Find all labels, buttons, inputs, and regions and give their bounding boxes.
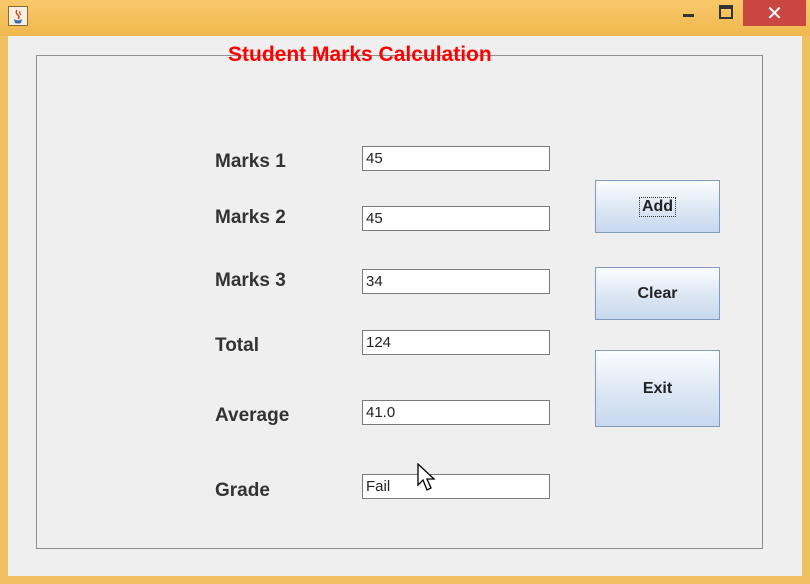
average-field[interactable]: 41.0 <box>362 400 550 425</box>
total-label: Total <box>215 335 259 356</box>
grade-field[interactable]: Fail <box>362 474 550 499</box>
minimize-button[interactable] <box>674 0 704 24</box>
marks-1-field[interactable]: 45 <box>362 146 550 171</box>
page-title: Student Marks Calculation <box>228 43 492 66</box>
marks-2-label: Marks 2 <box>215 207 286 228</box>
add-button-label: Add <box>638 197 677 217</box>
mouse-pointer-icon <box>417 463 435 491</box>
marks-2-field[interactable]: 45 <box>362 206 550 231</box>
grade-label: Grade <box>215 480 270 501</box>
marks-3-field[interactable]: 34 <box>362 269 550 294</box>
window-title-bar[interactable]: ✕ <box>0 0 810 36</box>
add-button[interactable]: Add <box>595 180 720 233</box>
exit-button[interactable]: Exit <box>595 350 720 427</box>
java-cup-icon <box>14 9 22 24</box>
java-app-icon <box>8 6 28 26</box>
close-button[interactable]: ✕ <box>743 0 806 26</box>
average-label: Average <box>215 405 290 426</box>
total-field[interactable]: 124 <box>362 330 550 355</box>
clear-button[interactable]: Clear <box>595 267 720 320</box>
marks-3-label: Marks 3 <box>215 270 286 291</box>
marks-1-label: Marks 1 <box>215 151 286 172</box>
maximize-button[interactable] <box>711 0 741 24</box>
